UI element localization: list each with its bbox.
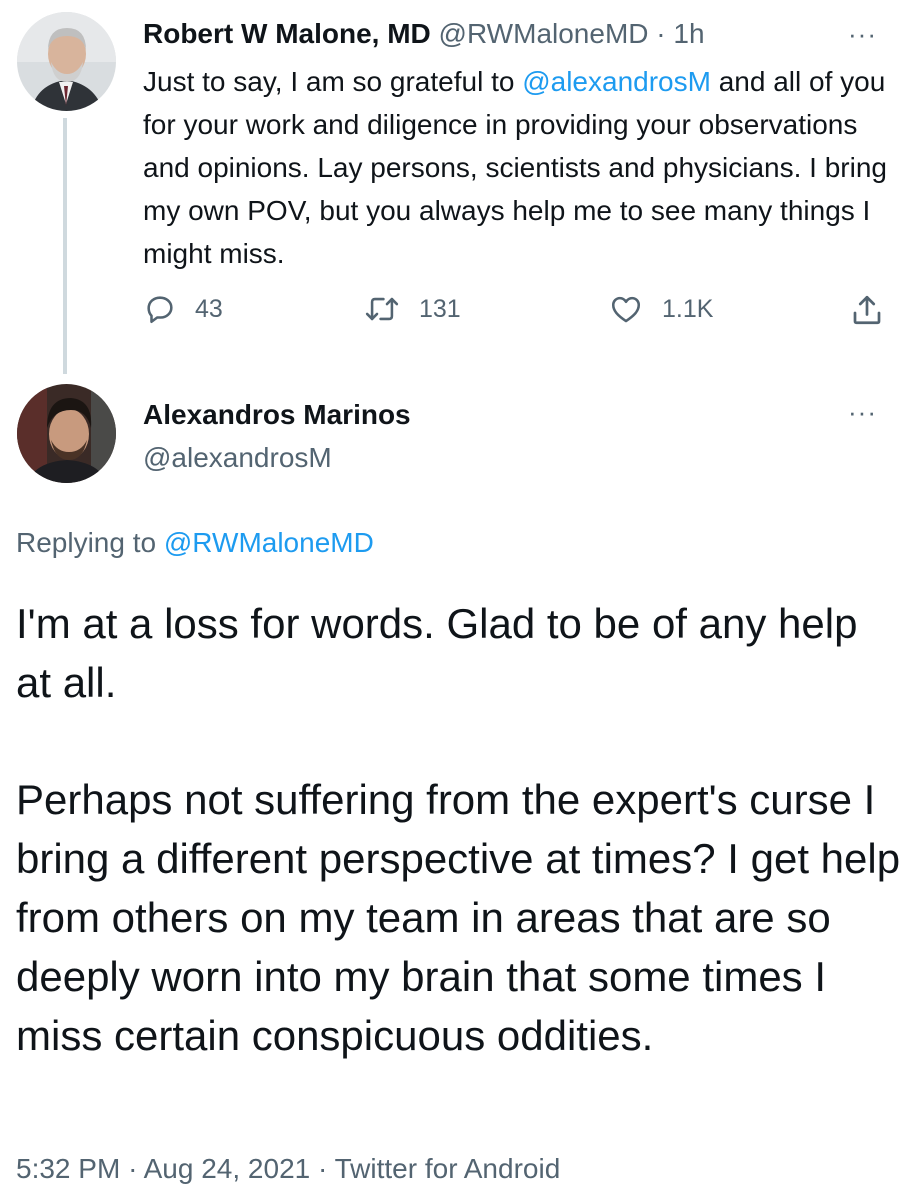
- tweet2-more-button[interactable]: ···: [848, 399, 877, 425]
- share-button[interactable]: [849, 292, 885, 328]
- tweet1-timestamp[interactable]: 1h: [673, 18, 704, 49]
- replying-to-line: Replying to @RWMaloneMD: [16, 524, 374, 562]
- meta-separator: ·: [128, 1153, 138, 1184]
- tweet2-metadata: 5:32 PM · Aug 24, 2021 · Twitter for And…: [16, 1150, 560, 1188]
- tweet2-source-link[interactable]: Twitter for Android: [335, 1153, 561, 1184]
- tweet2-author-name[interactable]: Alexandros Marinos: [143, 397, 411, 433]
- tweet2-paragraph-2: Perhaps not suffering from the expert's …: [16, 776, 901, 1059]
- avatar-photo: [17, 384, 116, 483]
- retweet-button[interactable]: 131: [363, 292, 461, 326]
- share-icon: [849, 292, 885, 328]
- tweet1-more-button[interactable]: ···: [848, 21, 877, 47]
- heart-icon: [608, 292, 644, 326]
- like-button[interactable]: 1.1K: [608, 292, 713, 326]
- avatar-alexandros-marinos[interactable]: [17, 384, 116, 483]
- like-count: 1.1K: [662, 294, 714, 323]
- tweet2-author-handle[interactable]: @alexandrosM: [143, 440, 332, 476]
- meta-separator: ·: [318, 1153, 328, 1184]
- tweet2-text: I'm at a loss for words. Glad to be of a…: [16, 594, 901, 1065]
- thread-connector-line: [63, 118, 67, 374]
- tweet1-author-handle[interactable]: @RWMaloneMD: [439, 18, 649, 49]
- tweet1-author-name[interactable]: Robert W Malone, MD: [143, 18, 431, 49]
- tweet2-paragraph-1: I'm at a loss for words. Glad to be of a…: [16, 600, 858, 706]
- retweet-icon: [363, 292, 401, 326]
- replying-to-label: Replying to: [16, 527, 164, 558]
- reply-icon: [143, 292, 177, 326]
- tweet1-mention-link[interactable]: @alexandrosM: [522, 66, 711, 97]
- tweet1-separator: ·: [656, 18, 666, 49]
- reply-button[interactable]: 43: [143, 292, 223, 326]
- tweet1-text: Just to say, I am so grateful to @alexan…: [143, 60, 898, 275]
- tweet2-time[interactable]: 5:32 PM: [16, 1153, 120, 1184]
- replying-to-handle-link[interactable]: @RWMaloneMD: [164, 527, 374, 558]
- avatar-robert-malone[interactable]: [17, 12, 116, 111]
- reply-count: 43: [195, 294, 223, 323]
- tweet1-text-prefix: Just to say, I am so grateful to: [143, 66, 523, 97]
- tweet1-action-bar: 43 131 1.1K: [143, 292, 898, 340]
- tweet1-header: Robert W Malone, MD @RWMaloneMD · 1h: [143, 16, 705, 52]
- avatar-photo: [17, 12, 116, 111]
- tweet2-date[interactable]: Aug 24, 2021: [144, 1153, 311, 1184]
- retweet-count: 131: [419, 294, 461, 323]
